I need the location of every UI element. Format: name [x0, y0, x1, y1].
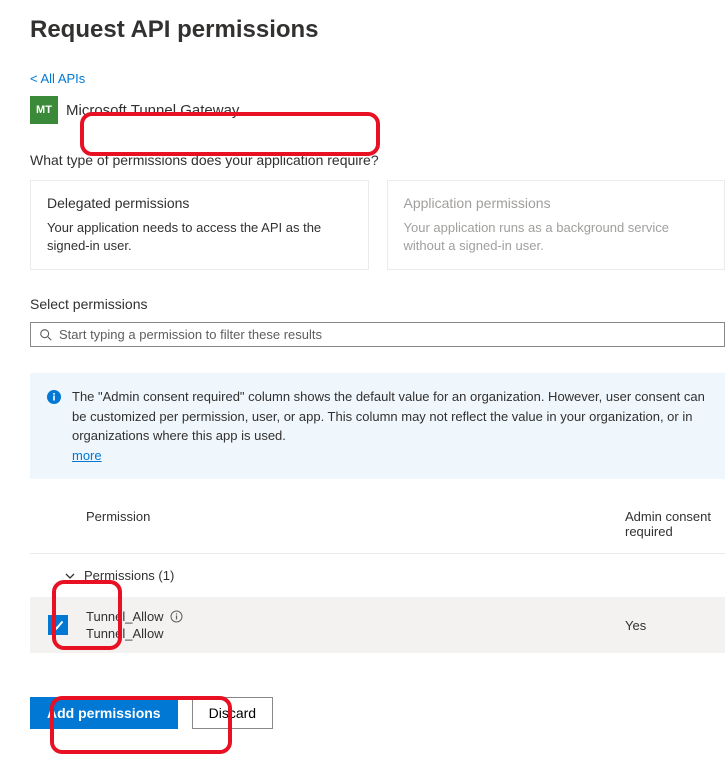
permission-group-row[interactable]: Permissions (1): [30, 554, 725, 597]
permission-type-question: What type of permissions does your appli…: [30, 152, 725, 168]
info-banner-text: The "Admin consent required" column show…: [72, 389, 705, 443]
col-header-admin-consent: Admin consent required: [625, 509, 725, 539]
delegated-permissions-title: Delegated permissions: [47, 195, 352, 211]
delegated-permissions-desc: Your application needs to access the API…: [47, 219, 352, 255]
page-title: Request API permissions: [30, 16, 725, 44]
back-all-apis-link[interactable]: < All APIs: [30, 71, 85, 86]
select-permissions-label: Select permissions: [30, 296, 725, 312]
search-wrap[interactable]: [30, 322, 725, 347]
check-icon: [51, 618, 65, 632]
application-permissions-card[interactable]: Application permissions Your application…: [387, 180, 725, 270]
search-icon: [39, 328, 53, 342]
permission-search-input[interactable]: [59, 327, 716, 342]
chevron-down-icon: [64, 570, 76, 582]
info-icon[interactable]: [170, 610, 183, 623]
permissions-table-header: Permission Admin consent required: [30, 509, 725, 554]
col-header-permission: Permission: [86, 509, 625, 539]
permission-name-bottom: Tunnel_Allow: [86, 626, 625, 641]
api-icon: MT: [30, 96, 58, 124]
application-permissions-title: Application permissions: [404, 195, 709, 211]
permission-name-top: Tunnel_Allow: [86, 609, 164, 624]
add-permissions-button[interactable]: Add permissions: [30, 697, 178, 729]
permission-row[interactable]: Tunnel_Allow Tunnel_Allow Yes: [30, 597, 725, 653]
info-more-link[interactable]: more: [72, 448, 102, 463]
delegated-permissions-card[interactable]: Delegated permissions Your application n…: [30, 180, 369, 270]
discard-button[interactable]: Discard: [192, 697, 273, 729]
api-name: Microsoft Tunnel Gateway: [66, 102, 239, 119]
api-header: MT Microsoft Tunnel Gateway: [30, 96, 725, 124]
permission-group-label: Permissions (1): [84, 568, 174, 583]
application-permissions-desc: Your application runs as a background se…: [404, 219, 709, 255]
permission-checkbox[interactable]: [48, 615, 68, 635]
permission-admin-consent: Yes: [625, 618, 725, 633]
info-banner: The "Admin consent required" column show…: [30, 373, 725, 479]
info-icon: [46, 389, 62, 405]
